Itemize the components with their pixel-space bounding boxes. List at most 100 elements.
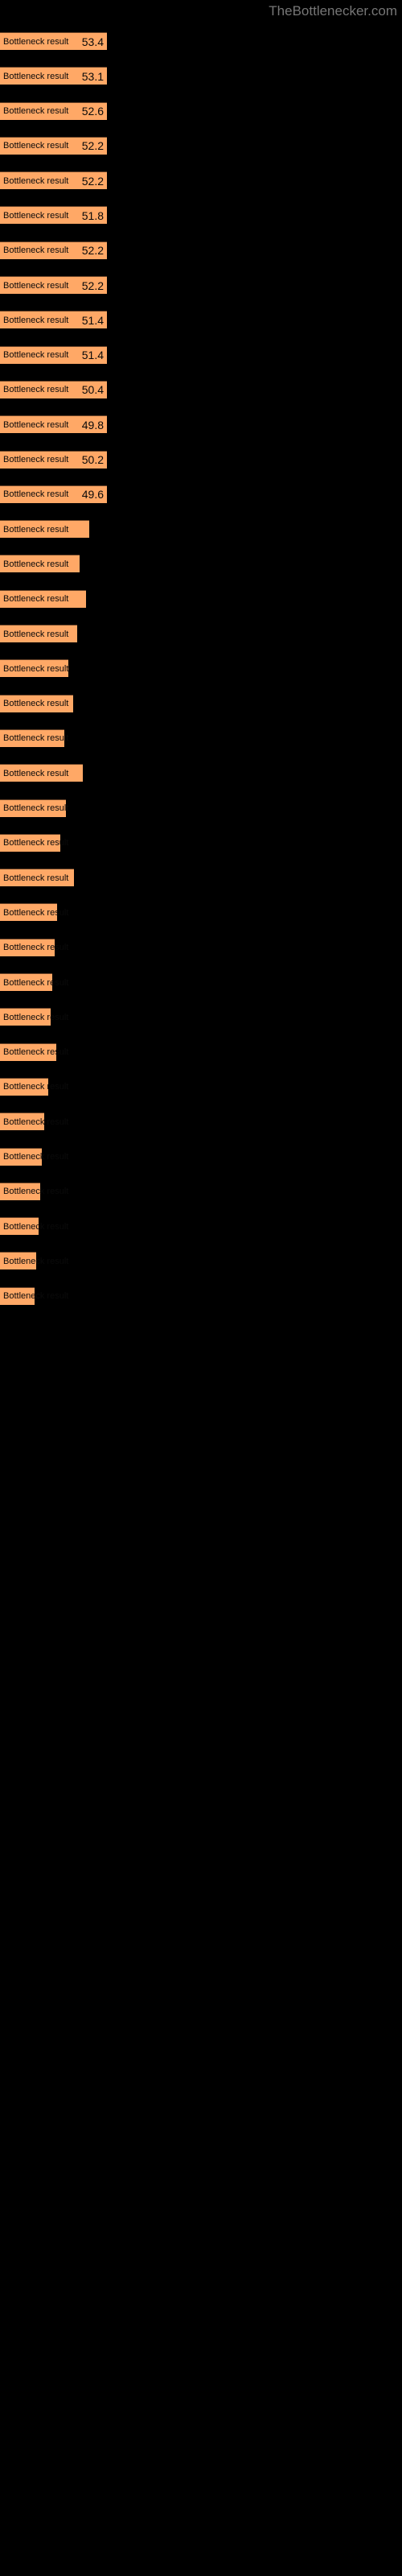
bar[interactable]: Bottleneck result 49.6 (0, 485, 107, 503)
bar-clip-window: Bottleneck result (0, 659, 107, 678)
bar-label: Bottleneck result (3, 106, 69, 117)
bar-row: Bottleneck result 52.2 (0, 127, 402, 162)
bar-row: Bottleneck result (0, 964, 402, 998)
bar[interactable]: Bottleneck result (0, 1252, 68, 1270)
bar-clip-window: Bottleneck result 52.2 (0, 276, 107, 295)
bottleneck-bar-chart: Bottleneck result 53.4 Bottleneck result 53… (0, 23, 402, 1312)
bar-clip-window: Bottleneck result (0, 1217, 107, 1236)
bar-clip-window: Bottleneck result (0, 833, 107, 852)
bar[interactable]: Bottleneck result (0, 1286, 68, 1305)
bar[interactable]: Bottleneck result 49.8 (0, 415, 107, 434)
bar-row: Bottleneck result (0, 685, 402, 720)
bar[interactable]: Bottleneck result (0, 729, 68, 747)
bar-value: 49.6 (81, 488, 104, 502)
bar[interactable]: Bottleneck result 52.2 (0, 136, 107, 155)
bar[interactable]: Bottleneck result (0, 694, 73, 712)
bar-clip-window: Bottleneck result 52.2 (0, 241, 107, 259)
bar[interactable]: Bottleneck result (0, 555, 80, 573)
bar[interactable]: Bottleneck result 50.2 (0, 450, 107, 469)
bar[interactable]: Bottleneck result (0, 625, 77, 643)
bar-label: Bottleneck result (3, 1291, 69, 1302)
bar-clip-window: Bottleneck result (0, 799, 107, 817)
bar-row: Bottleneck result (0, 545, 402, 580)
bar-label: Bottleneck result (3, 977, 69, 988)
bar[interactable]: Bottleneck result (0, 1042, 68, 1061)
bar-label: Bottleneck result (3, 1047, 69, 1058)
bar-row: Bottleneck result 52.2 (0, 232, 402, 266)
bar-row: Bottleneck result (0, 824, 402, 859)
bar[interactable]: Bottleneck result (0, 1147, 68, 1166)
bar-row: Bottleneck result 50.2 (0, 441, 402, 476)
bar-clip-window: Bottleneck result 52.6 (0, 101, 107, 120)
bar-clip-window: Bottleneck result (0, 694, 107, 712)
bar[interactable]: Bottleneck result (0, 938, 68, 956)
bar[interactable]: Bottleneck result 51.8 (0, 206, 107, 225)
bar[interactable]: Bottleneck result (0, 520, 89, 539)
bar-clip-window: Bottleneck result (0, 1252, 107, 1270)
bar-clip-window: Bottleneck result 51.4 (0, 345, 107, 364)
bar[interactable]: Bottleneck result (0, 869, 74, 887)
bar-row: Bottleneck result (0, 1173, 402, 1208)
bar-label: Bottleneck result (3, 663, 69, 674)
bar[interactable]: Bottleneck result (0, 799, 69, 817)
bar-label: Bottleneck result (3, 838, 69, 848)
bar[interactable]: Bottleneck result (0, 589, 86, 608)
bar-value: 51.8 (81, 208, 104, 222)
bar-label: Bottleneck result (3, 1152, 69, 1162)
bar-label: Bottleneck result (3, 1012, 69, 1022)
bar-clip-window: Bottleneck result (0, 1077, 107, 1096)
bar[interactable]: Bottleneck result (0, 903, 68, 922)
bar[interactable]: Bottleneck result 50.4 (0, 380, 107, 398)
bar-clip-window: Bottleneck result 49.6 (0, 485, 107, 503)
bar-label: Bottleneck result (3, 210, 69, 221)
bar[interactable]: Bottleneck result 52.2 (0, 171, 107, 190)
bar-row: Bottleneck result (0, 510, 402, 545)
bar-clip-window: Bottleneck result (0, 625, 107, 643)
bar[interactable]: Bottleneck result (0, 1217, 68, 1236)
bar[interactable]: Bottleneck result (0, 973, 68, 992)
bar-label: Bottleneck result (3, 71, 69, 81)
bar-label: Bottleneck result (3, 699, 69, 709)
bar-row: Bottleneck result (0, 929, 402, 964)
bar-label: Bottleneck result (3, 385, 69, 395)
bar[interactable]: Bottleneck result 51.4 (0, 311, 107, 329)
bar[interactable]: Bottleneck result 52.2 (0, 241, 107, 259)
bar[interactable]: Bottleneck result (0, 833, 68, 852)
bar-row: Bottleneck result (0, 1208, 402, 1242)
bar-row: Bottleneck result 49.6 (0, 476, 402, 510)
bar[interactable]: Bottleneck result (0, 1008, 68, 1026)
bar[interactable]: Bottleneck result (0, 764, 83, 782)
bar[interactable]: Bottleneck result (0, 1077, 68, 1096)
bar-row: Bottleneck result (0, 859, 402, 894)
bar-clip-window: Bottleneck result (0, 729, 107, 747)
bar[interactable]: Bottleneck result 52.6 (0, 101, 107, 120)
bar[interactable]: Bottleneck result (0, 659, 69, 678)
bar[interactable]: Bottleneck result (0, 1182, 68, 1200)
bar-row: Bottleneck result (0, 1278, 402, 1312)
bar-clip-window: Bottleneck result (0, 589, 107, 608)
bar-row: Bottleneck result (0, 1242, 402, 1277)
bar[interactable]: Bottleneck result 53.4 (0, 32, 107, 50)
bar-clip-window: Bottleneck result 49.8 (0, 415, 107, 434)
bar-label: Bottleneck result (3, 175, 69, 186)
bar-clip-window: Bottleneck result (0, 869, 107, 887)
bar-label: Bottleneck result (3, 803, 69, 814)
bar-row: Bottleneck result (0, 894, 402, 928)
bar-row: Bottleneck result 52.2 (0, 162, 402, 196)
bar-clip-window: Bottleneck result (0, 520, 107, 539)
bar-row: Bottleneck result (0, 580, 402, 615)
bar[interactable]: Bottleneck result 53.1 (0, 67, 107, 85)
bar-row: Bottleneck result (0, 1068, 402, 1103)
bar-row: Bottleneck result 51.4 (0, 336, 402, 371)
bar-row: Bottleneck result (0, 754, 402, 789)
bar-value: 50.2 (81, 453, 104, 467)
bar[interactable]: Bottleneck result 52.2 (0, 276, 107, 295)
bar-label: Bottleneck result (3, 141, 69, 151)
bar-clip-window: Bottleneck result 53.1 (0, 67, 107, 85)
bar-label: Bottleneck result (3, 1256, 69, 1266)
bar-clip-window: Bottleneck result 51.8 (0, 206, 107, 225)
bar-row: Bottleneck result (0, 1138, 402, 1173)
bar[interactable]: Bottleneck result (0, 1113, 68, 1131)
bar[interactable]: Bottleneck result 51.4 (0, 345, 107, 364)
bar-label: Bottleneck result (3, 524, 69, 535)
